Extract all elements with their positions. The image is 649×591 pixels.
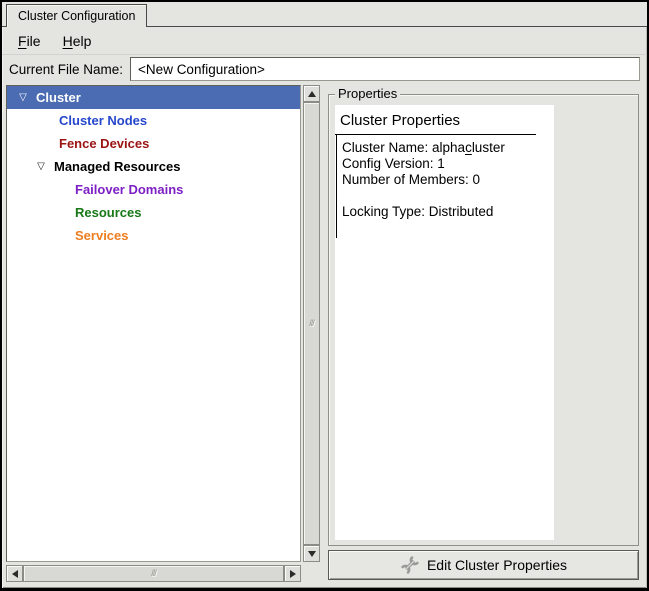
properties-title: Cluster Properties — [335, 105, 554, 134]
tree-item-label: Services — [75, 228, 129, 243]
menu-file-rest: ile — [27, 33, 41, 49]
grip-icon — [309, 319, 314, 328]
cluster-configuration-window: Cluster Configuration File Help Current … — [0, 0, 649, 591]
tab-row: Cluster Configuration — [2, 2, 647, 26]
tree-item-cluster-nodes[interactable]: Cluster Nodes — [7, 109, 300, 132]
cluster-tree: Cluster Cluster Nodes Fence Devices Mana… — [6, 85, 301, 562]
cluster-name-underlined: c — [465, 140, 472, 155]
file-name-bar: Current File Name: — [2, 55, 647, 85]
scroll-right-icon — [290, 570, 296, 578]
menu-help-rest: elp — [73, 33, 92, 49]
scroll-down-button[interactable] — [303, 545, 320, 562]
tree-item-label: Cluster Nodes — [59, 113, 147, 128]
tree-item-label: Managed Resources — [54, 159, 180, 174]
locking-type-line: Locking Type: Distributed — [342, 204, 554, 220]
scroll-right-button[interactable] — [284, 565, 301, 582]
properties-frame: Properties Cluster Properties Cluster Na… — [328, 94, 639, 546]
properties-frame-label: Properties — [335, 86, 400, 101]
menu-file[interactable]: File — [10, 30, 49, 52]
tree-item-managed-resources[interactable]: Managed Resources — [7, 155, 300, 178]
tree-item-services[interactable]: Services — [7, 224, 300, 247]
horizontal-scrollbar[interactable] — [6, 565, 301, 582]
scroll-left-icon — [12, 570, 18, 578]
menu-help[interactable]: Help — [55, 30, 100, 52]
tree-item-fence-devices[interactable]: Fence Devices — [7, 132, 300, 155]
properties-canvas: Cluster Properties Cluster Name: alphacl… — [335, 105, 554, 540]
cluster-name-prefix: Cluster Name: alpha — [342, 140, 465, 155]
tree-item-resources[interactable]: Resources — [7, 201, 300, 224]
cluster-name-line: Cluster Name: alphacluster — [342, 140, 554, 156]
edit-cluster-properties-button[interactable]: Edit Cluster Properties — [328, 550, 639, 580]
scroll-left-button[interactable] — [6, 565, 23, 582]
menubar: File Help — [2, 27, 647, 55]
vertical-scrollbar-thumb[interactable] — [303, 102, 320, 545]
edit-button-row: Edit Cluster Properties — [328, 550, 639, 580]
tree-item-failover-domains[interactable]: Failover Domains — [7, 178, 300, 201]
tree-pane: Cluster Cluster Nodes Fence Devices Mana… — [6, 85, 320, 584]
scroll-down-icon — [308, 551, 316, 557]
tree-item-label: Resources — [75, 205, 141, 220]
tree-item-label: Cluster — [36, 90, 81, 105]
config-version-line: Config Version: 1 — [342, 156, 554, 172]
current-file-name-input[interactable] — [130, 57, 640, 81]
tree-item-cluster[interactable]: Cluster — [7, 86, 300, 109]
scroll-up-icon — [308, 91, 316, 97]
menu-file-mnemonic: F — [18, 33, 27, 49]
scroll-up-button[interactable] — [303, 85, 320, 102]
properties-pane: Properties Cluster Properties Cluster Na… — [326, 85, 647, 584]
tree-item-label: Fence Devices — [59, 136, 149, 151]
tab-label: Cluster Configuration — [18, 9, 135, 23]
main-area: Cluster Cluster Nodes Fence Devices Mana… — [2, 85, 647, 588]
cluster-name-suffix: luster — [472, 140, 505, 155]
edit-cluster-properties-label: Edit Cluster Properties — [427, 557, 567, 573]
notebook-page: File Help Current File Name: Cluster Clu… — [2, 26, 647, 588]
horizontal-scrollbar-thumb[interactable] — [23, 565, 284, 582]
tab-cluster-configuration[interactable]: Cluster Configuration — [6, 4, 147, 27]
expander-open-icon[interactable] — [33, 162, 49, 172]
wrench-icon — [400, 555, 420, 575]
number-of-members-line: Number of Members: 0 — [342, 172, 554, 188]
current-file-name-label: Current File Name: — [9, 62, 123, 77]
properties-detail-block: Cluster Name: alphacluster Config Versio… — [336, 135, 554, 238]
expander-open-icon[interactable] — [15, 93, 31, 103]
vertical-scrollbar[interactable] — [303, 85, 320, 562]
tree-item-label: Failover Domains — [75, 182, 183, 197]
grip-icon — [151, 569, 156, 578]
menu-help-mnemonic: H — [63, 33, 73, 49]
